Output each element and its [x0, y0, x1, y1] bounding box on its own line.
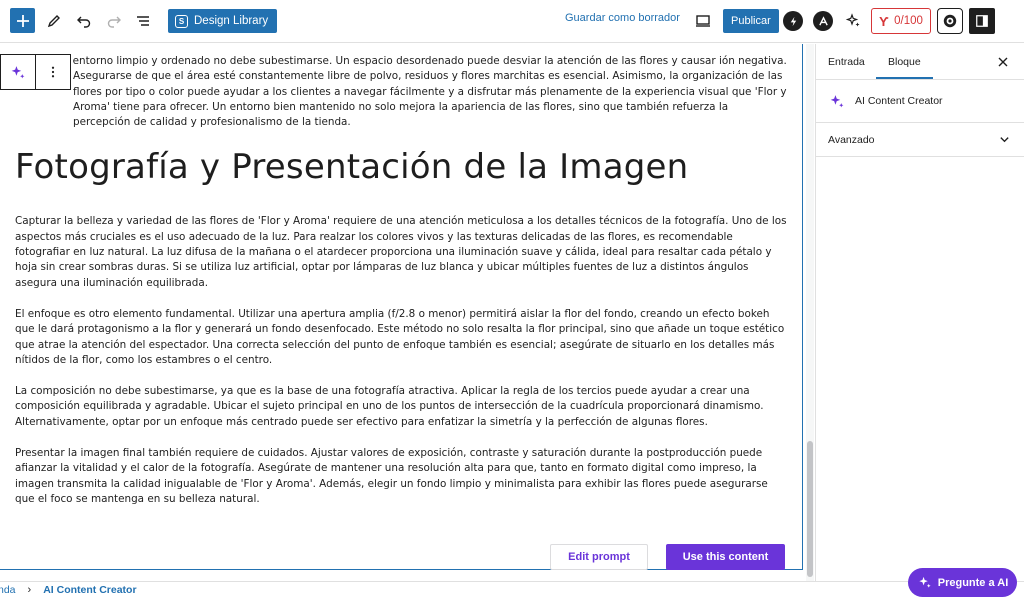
sidebar-toggle-icon	[976, 15, 988, 27]
chevron-down-icon	[1000, 137, 1009, 143]
active-tab-indicator	[876, 77, 933, 79]
block-toolbar	[0, 54, 71, 90]
close-sidebar-button[interactable]	[996, 55, 1010, 69]
ai-sparkles-icon	[919, 576, 931, 588]
ai-sparkles-icon	[11, 65, 25, 78]
scrollbar-thumb[interactable]	[807, 441, 813, 577]
design-library-icon: S	[175, 14, 188, 28]
plus-icon	[16, 14, 29, 27]
ai-content-actions: Edit prompt Use this content	[550, 544, 785, 570]
tab-entrada[interactable]: Entrada	[828, 56, 865, 68]
settings-button[interactable]	[937, 8, 963, 34]
undo-button[interactable]	[72, 9, 96, 33]
more-vertical-icon	[51, 66, 54, 78]
canvas-scrollbar[interactable]	[806, 44, 814, 581]
jetpack-button[interactable]	[783, 11, 803, 31]
ask-ai-label: Pregunte a AI	[937, 576, 1009, 589]
bolt-icon	[790, 16, 796, 26]
block-breadcrumb: nda › AI Content Creator	[0, 581, 1024, 598]
publish-button[interactable]: Publicar	[723, 9, 779, 33]
block-card: AI Content Creator	[816, 80, 1024, 123]
list-view-icon	[137, 16, 149, 26]
content-paragraph[interactable]: El enfoque es otro elemento fundamental.…	[15, 307, 787, 368]
content-paragraph[interactable]: Presentar la imagen final también requie…	[15, 446, 787, 507]
design-library-label: Design Library	[194, 15, 269, 27]
content-paragraph[interactable]: La composición no debe subestimarse, ya …	[15, 384, 787, 430]
settings-sidebar: Entrada Bloque AI Content Creator Avanza…	[815, 44, 1024, 581]
sidebar-tabs: Entrada Bloque	[816, 44, 1024, 80]
redo-button[interactable]	[102, 9, 126, 33]
breadcrumb-item-document[interactable]: nda	[0, 584, 16, 596]
seo-score-label: 0/100	[894, 15, 923, 27]
block-type-button[interactable]	[1, 55, 36, 89]
close-icon	[998, 57, 1008, 67]
undo-icon	[77, 16, 91, 28]
a-plugin-button[interactable]	[813, 11, 833, 31]
tab-bloque[interactable]: Bloque	[888, 56, 921, 68]
sidebar-toggle-button[interactable]	[969, 8, 995, 34]
editor-canvas[interactable]: ncia de un entorno limpio y ordenado no …	[0, 44, 815, 581]
seo-score-button[interactable]: Ƴ 0/100	[871, 8, 931, 34]
breadcrumb-item-block[interactable]: AI Content Creator	[43, 584, 136, 596]
preview-button[interactable]	[692, 10, 714, 32]
seo-plugin-icon: Ƴ	[879, 13, 890, 29]
intro-paragraph[interactable]: ncia de un entorno limpio y ordenado no …	[15, 54, 787, 130]
content-paragraph[interactable]: Capturar la belleza y variedad de las fl…	[15, 214, 787, 290]
sparkles-icon	[845, 13, 860, 27]
editor-top-toolbar: S Design Library Guardar como borrador P…	[0, 0, 1024, 43]
panel-advanced-label: Avanzado	[828, 133, 875, 146]
section-heading[interactable]: Fotografía y Presentación de la Imagen	[15, 147, 787, 187]
block-card-title: AI Content Creator	[855, 95, 943, 107]
ai-generated-content: ncia de un entorno limpio y ordenado no …	[15, 54, 787, 523]
ask-ai-button[interactable]: Pregunte a AI	[908, 568, 1017, 597]
breadcrumb-separator-icon: ›	[27, 584, 32, 596]
document-overview-button[interactable]	[131, 9, 155, 33]
save-draft-button[interactable]: Guardar como borrador	[565, 12, 680, 24]
panel-advanced-toggle[interactable]: Avanzado	[816, 123, 1024, 157]
redo-icon	[107, 16, 121, 28]
block-inserter-button[interactable]	[10, 8, 35, 33]
block-options-button[interactable]	[36, 55, 71, 89]
use-content-button[interactable]: Use this content	[666, 544, 785, 570]
edit-prompt-button[interactable]: Edit prompt	[550, 544, 648, 570]
ai-sparkles-icon	[830, 94, 844, 107]
tools-button[interactable]	[42, 9, 66, 33]
a-logo-icon	[818, 15, 828, 25]
desktop-icon	[696, 15, 710, 27]
ai-sparkles-button[interactable]	[841, 9, 865, 33]
design-library-button[interactable]: S Design Library	[168, 9, 278, 33]
gear-icon	[943, 14, 957, 28]
pencil-icon	[47, 15, 60, 28]
